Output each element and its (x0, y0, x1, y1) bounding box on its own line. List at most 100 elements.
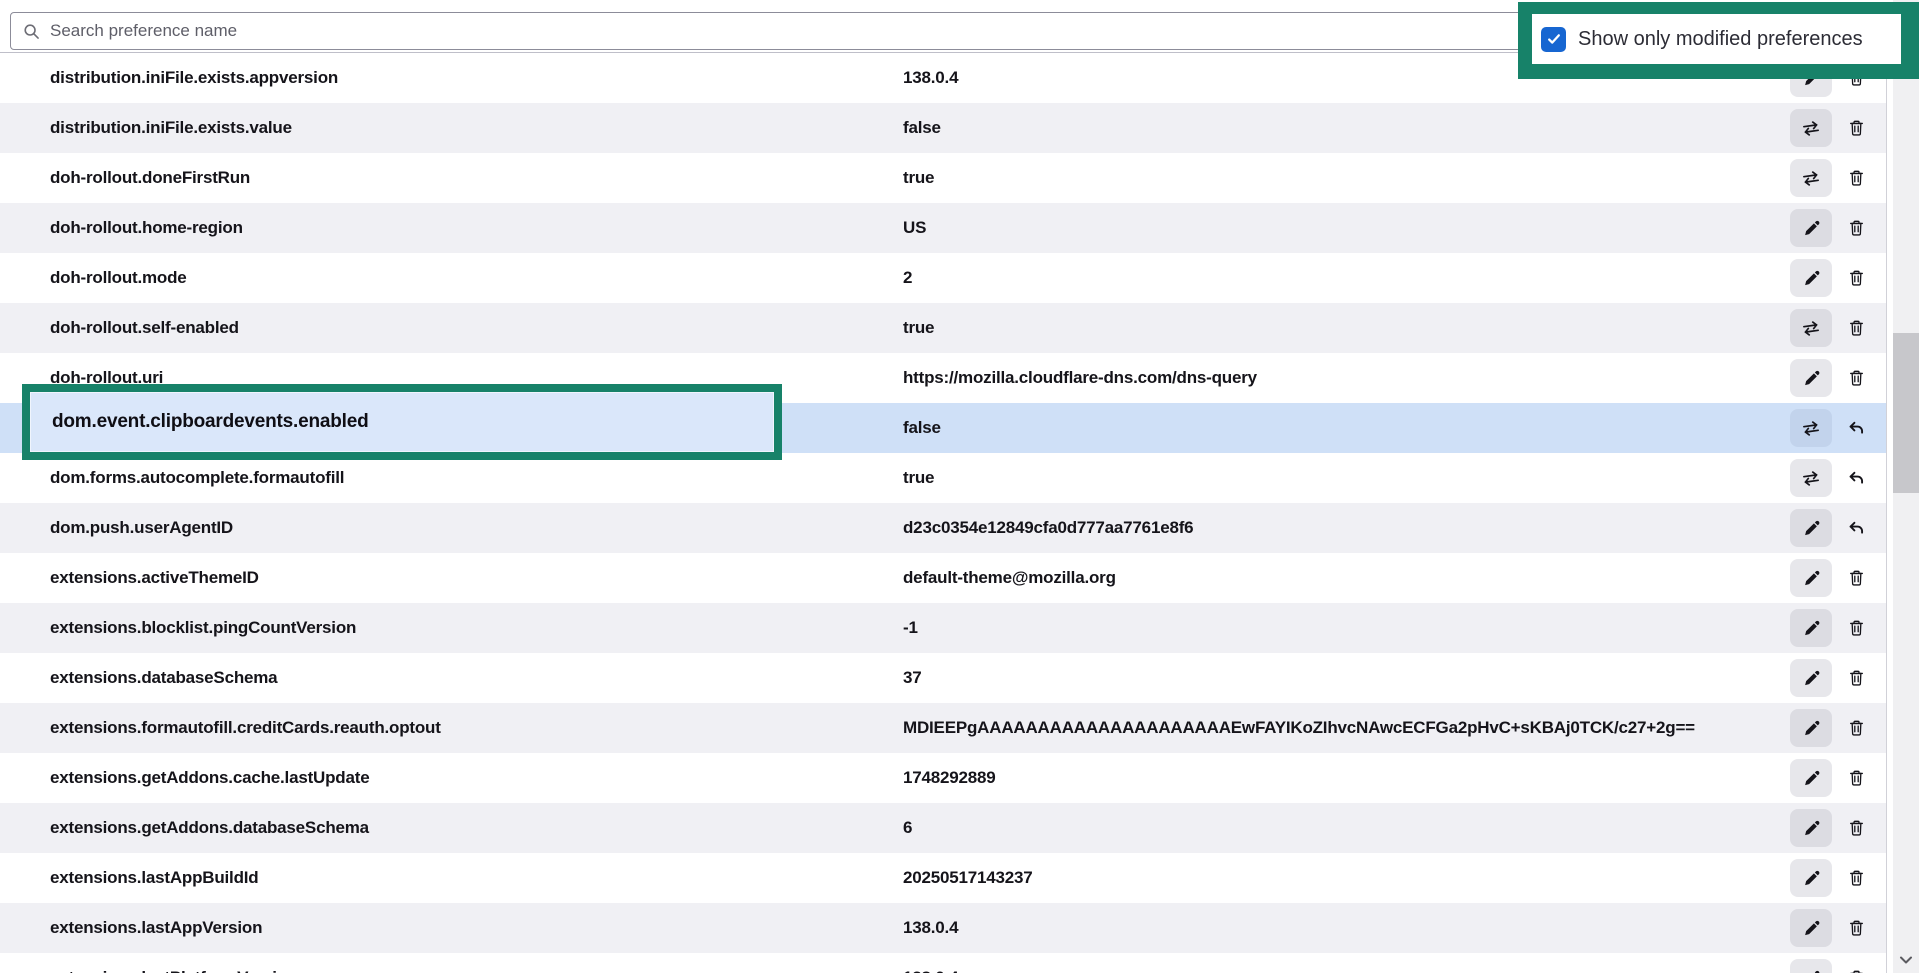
pref-row[interactable]: doh-rollout.home-regionUS (0, 203, 1887, 253)
scrollbar-thumb[interactable] (1893, 333, 1919, 493)
pref-row[interactable]: extensions.lastAppBuildId 20250517143237 (0, 853, 1887, 903)
pref-row[interactable]: distribution.iniFile.exists.value false (0, 103, 1887, 153)
pref-row[interactable]: extensions.lastPlatformVersion 138.0.4 (0, 953, 1887, 973)
pref-name: extensions.formautofill.creditCards.reau… (50, 718, 441, 738)
show-modified-checkbox[interactable] (1541, 27, 1566, 52)
pref-row[interactable]: extensions.databaseSchema37 (0, 653, 1887, 703)
pref-name: extensions.getAddons.databaseSchema (50, 818, 369, 838)
trash-icon (1848, 869, 1865, 887)
delete-button[interactable] (1842, 759, 1870, 797)
pref-name: dom.push.userAgentID (50, 518, 233, 538)
pref-value: false (903, 118, 941, 138)
pref-value: 138.0.4 (903, 968, 958, 973)
delete-button[interactable] (1842, 209, 1870, 247)
delete-button[interactable] (1842, 609, 1870, 647)
toggle-button[interactable] (1790, 459, 1832, 497)
trash-icon (1848, 369, 1865, 387)
pref-row[interactable]: extensions.lastAppVersion138.0.4 (0, 903, 1887, 953)
pref-value: MDIEEPgAAAAAAAAAAAAAAAAAAAAAEwFAYIKoZIhv… (903, 718, 1695, 738)
pencil-icon (1803, 620, 1820, 637)
edit-button[interactable] (1790, 509, 1832, 547)
reset-button[interactable] (1842, 509, 1870, 547)
toggle-button[interactable] (1790, 309, 1832, 347)
pref-row[interactable]: extensions.blocklist.pingCountVersion-1 (0, 603, 1887, 653)
pref-value: true (903, 168, 934, 188)
chevron-down-icon[interactable] (1899, 953, 1913, 967)
edit-button[interactable] (1790, 359, 1832, 397)
about-config-page: distribution.iniFile.exists.appversion13… (0, 0, 1919, 973)
toggle-button[interactable] (1790, 109, 1832, 147)
show-modified-label[interactable]: Show only modified preferences (1578, 28, 1863, 51)
trash-icon (1848, 919, 1865, 937)
delete-button[interactable] (1842, 959, 1870, 973)
pref-row[interactable]: extensions.getAddons.databaseSchema 6 (0, 803, 1887, 853)
reset-button[interactable] (1842, 459, 1870, 497)
toggle-button[interactable] (1790, 159, 1832, 197)
pref-name: doh-rollout.self-enabled (50, 318, 239, 338)
scrollbar[interactable] (1893, 0, 1919, 973)
pref-name: extensions.lastAppBuildId (50, 868, 258, 888)
pref-name: extensions.blocklist.pingCountVersion (50, 618, 356, 638)
delete-button[interactable] (1842, 359, 1870, 397)
pref-row[interactable]: extensions.getAddons.cache.lastUpdate 174… (0, 753, 1887, 803)
delete-button[interactable] (1842, 559, 1870, 597)
search-icon (23, 23, 40, 40)
pref-row[interactable]: extensions.activeThemeID default-theme@mo… (0, 553, 1887, 603)
edit-button[interactable] (1790, 209, 1832, 247)
delete-button[interactable] (1842, 309, 1870, 347)
delete-button[interactable] (1842, 809, 1870, 847)
highlighted-pref-name: dom.event.clipboardevents.enabled (52, 411, 368, 433)
delete-button[interactable] (1842, 659, 1870, 697)
delete-button[interactable] (1842, 109, 1870, 147)
pref-value: 20250517143237 (903, 868, 1033, 888)
toggle-button[interactable] (1790, 409, 1832, 447)
delete-button[interactable] (1842, 259, 1870, 297)
selected-pref-annotation-box: dom.event.clipboardevents.enabled (22, 384, 782, 460)
pencil-icon (1803, 670, 1820, 687)
pref-value: default-theme@mozilla.org (903, 568, 1116, 588)
edit-button[interactable] (1790, 959, 1832, 973)
edit-button[interactable] (1790, 259, 1832, 297)
edit-button[interactable] (1790, 909, 1832, 947)
edit-button[interactable] (1790, 709, 1832, 747)
pref-name: extensions.lastPlatformVersion (50, 968, 297, 973)
edit-button[interactable] (1790, 609, 1832, 647)
delete-button[interactable] (1842, 909, 1870, 947)
pref-name: distribution.iniFile.exists.value (50, 118, 292, 138)
pref-name: extensions.lastAppVersion (50, 918, 262, 938)
delete-button[interactable] (1842, 159, 1870, 197)
edit-button[interactable] (1790, 559, 1832, 597)
delete-button[interactable] (1842, 709, 1870, 747)
edit-button[interactable] (1790, 759, 1832, 797)
undo-icon (1847, 470, 1865, 487)
pencil-icon (1803, 220, 1820, 237)
pref-value: 2 (903, 268, 912, 288)
show-modified-panel: Show only modified preferences (1532, 14, 1901, 64)
reset-button[interactable] (1842, 409, 1870, 447)
pencil-icon (1803, 270, 1820, 287)
pref-row[interactable]: doh-rollout.mode2 (0, 253, 1887, 303)
pref-name: extensions.activeThemeID (50, 568, 259, 588)
pref-row[interactable]: dom.forms.autocomplete.formautofilltrue (0, 453, 1887, 503)
delete-button[interactable] (1842, 859, 1870, 897)
edit-button[interactable] (1790, 859, 1832, 897)
pref-name: extensions.getAddons.cache.lastUpdate (50, 768, 369, 788)
toggle-icon (1801, 470, 1821, 487)
pref-row[interactable]: doh-rollout.self-enabledtrue (0, 303, 1887, 353)
pref-name: doh-rollout.doneFirstRun (50, 168, 250, 188)
pref-row[interactable]: dom.push.userAgentIDd23c0354e12849cfa0d7… (0, 503, 1887, 553)
toggle-icon (1801, 170, 1821, 187)
toggle-icon (1801, 420, 1821, 437)
pref-value: true (903, 468, 934, 488)
pref-value: 1748292889 (903, 768, 996, 788)
pref-row[interactable]: doh-rollout.doneFirstRun true (0, 153, 1887, 203)
edit-button[interactable] (1790, 659, 1832, 697)
pref-value: 37 (903, 668, 922, 688)
table-right-border (1886, 52, 1887, 973)
checkmark-icon (1546, 31, 1562, 47)
edit-button[interactable] (1790, 809, 1832, 847)
trash-icon (1848, 769, 1865, 787)
pref-row[interactable]: extensions.formautofill.creditCards.reau… (0, 703, 1887, 753)
pencil-icon (1803, 520, 1820, 537)
pref-value: 6 (903, 818, 912, 838)
